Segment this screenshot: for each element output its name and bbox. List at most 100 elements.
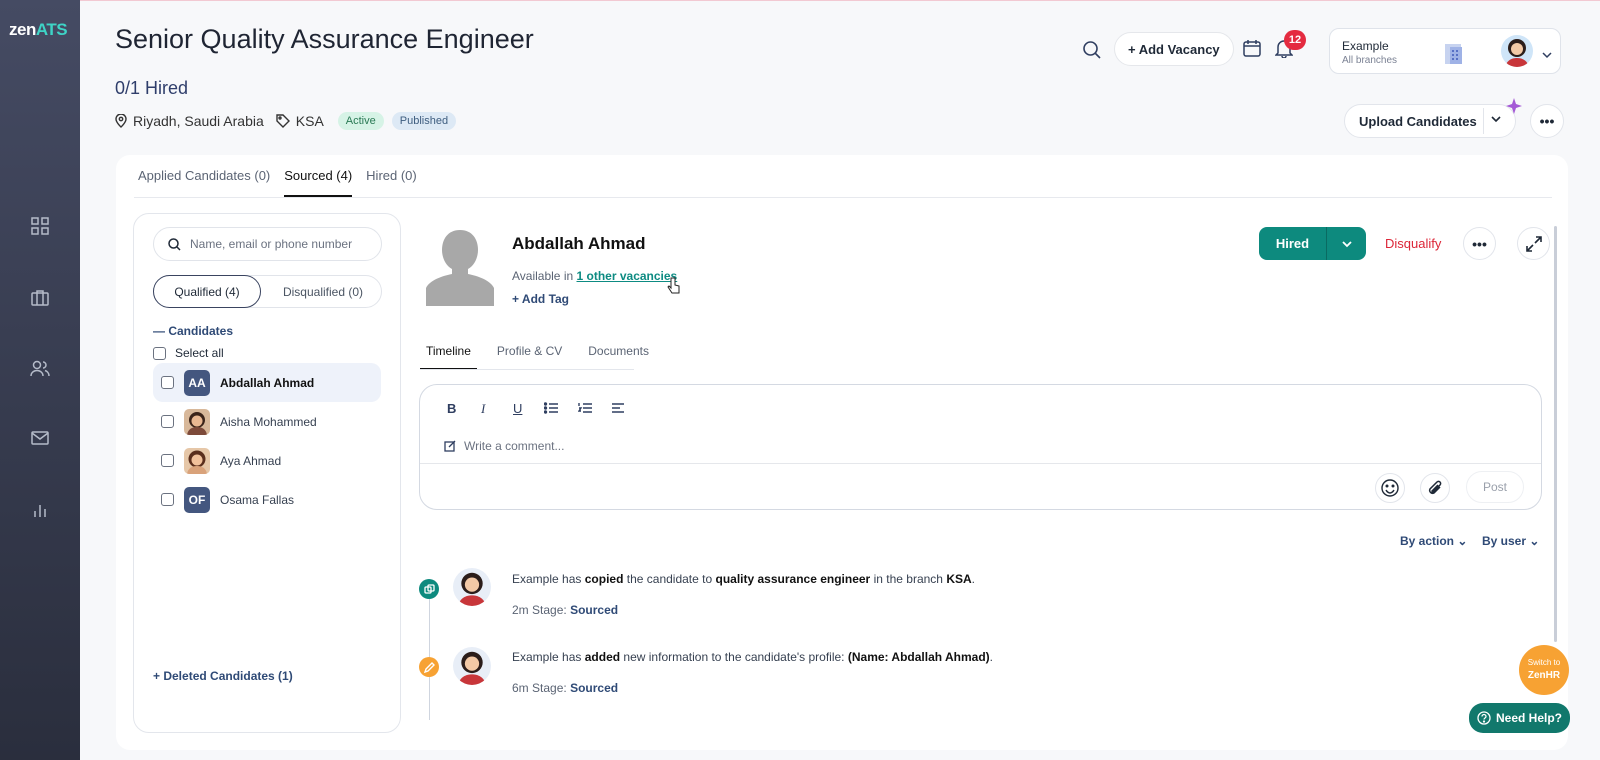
more-options-icon[interactable]: •••	[1530, 104, 1564, 138]
pencil-icon	[419, 657, 439, 677]
qualified-toggle[interactable]: Qualified (4)	[153, 275, 261, 308]
search-icon[interactable]	[1082, 40, 1104, 62]
mail-icon[interactable]	[28, 426, 52, 450]
briefcase-icon[interactable]	[28, 286, 52, 310]
candidate-search-input[interactable]: Name, email or phone number	[153, 227, 382, 261]
detail-tabs-divider	[420, 369, 634, 370]
select-all-label: Select all	[175, 346, 224, 360]
candidate-checkbox[interactable]	[161, 454, 174, 467]
status-badge: Active	[337, 112, 384, 130]
upload-divider	[1483, 108, 1484, 134]
candidate-name: Abdallah Ahmad	[220, 375, 315, 390]
candidate-avatar: OF	[184, 486, 210, 513]
bullet-list-icon[interactable]	[543, 402, 558, 417]
tag-icon	[276, 114, 290, 128]
reports-icon[interactable]	[28, 498, 52, 522]
job-location: Riyadh, Saudi Arabia	[133, 113, 264, 129]
candidate-row[interactable]: AA Abdallah Ahmad	[153, 363, 381, 402]
comment-input[interactable]: Write a comment...	[444, 439, 564, 453]
top-border	[80, 0, 1600, 1]
underline-button[interactable]: U	[513, 401, 522, 416]
need-help-button[interactable]: Need Help?	[1469, 703, 1570, 733]
by-user-filter[interactable]: By user ⌄	[1482, 534, 1539, 548]
candidate-row[interactable]: OF Osama Fallas	[153, 480, 381, 519]
upload-dropdown-icon[interactable]	[1490, 112, 1502, 130]
calendar-icon[interactable]	[1243, 39, 1261, 62]
tab-sourced[interactable]: Sourced (4)	[284, 162, 353, 197]
edit-icon	[444, 440, 456, 452]
search-icon	[168, 237, 181, 251]
select-all-checkbox[interactable]	[153, 346, 166, 360]
expand-icon[interactable]	[1517, 227, 1550, 260]
sidebar: zenATS	[0, 0, 80, 760]
hired-stage-button[interactable]: Hired	[1259, 227, 1366, 260]
disqualified-toggle[interactable]: Disqualified (0)	[264, 276, 382, 307]
activity-meta: 2m Stage: Sourced	[512, 603, 619, 617]
notification-badge: 12	[1284, 30, 1306, 50]
search-placeholder: Name, email or phone number	[190, 237, 353, 251]
numbered-list-icon[interactable]	[577, 402, 592, 417]
chevron-down-icon[interactable]	[1542, 46, 1552, 64]
qualification-toggle: Qualified (4) Disqualified (0)	[153, 275, 382, 308]
italic-button[interactable]: I	[481, 401, 485, 417]
bold-button[interactable]: B	[447, 401, 456, 416]
job-meta: Riyadh, Saudi Arabia KSA Active Publishe…	[115, 112, 457, 130]
account-switcher[interactable]: Example All branches	[1329, 28, 1561, 74]
candidate-name: Aisha Mohammed	[220, 414, 317, 429]
tab-applied[interactable]: Applied Candidates (0)	[138, 162, 270, 197]
location-icon	[115, 114, 127, 128]
candidate-avatar	[184, 447, 210, 474]
pointer-cursor-icon	[667, 277, 681, 300]
disqualify-button[interactable]: Disqualify	[1385, 236, 1441, 251]
align-left-icon[interactable]	[611, 402, 625, 417]
post-button[interactable]: Post	[1466, 471, 1524, 503]
candidate-avatar	[184, 408, 210, 435]
candidate-checkbox[interactable]	[161, 493, 174, 506]
editor-divider	[420, 463, 1541, 464]
help-icon	[1477, 711, 1491, 725]
emoji-icon[interactable]	[1375, 473, 1405, 503]
switch-to-zenhr-button[interactable]: Switch to ZenHR	[1519, 645, 1569, 695]
candidate-photo	[424, 226, 496, 311]
user-avatar	[1501, 35, 1533, 67]
hired-label[interactable]: Hired	[1259, 227, 1326, 260]
activity-text: Example has copied the candidate to qual…	[512, 572, 975, 586]
deleted-candidates-link[interactable]: + Deleted Candidates (1)	[153, 669, 293, 683]
candidate-checkbox[interactable]	[161, 376, 174, 389]
building-icon	[1442, 41, 1466, 70]
ai-sparkle-icon[interactable]	[1506, 98, 1522, 119]
add-vacancy-button[interactable]: + Add Vacancy	[1114, 32, 1234, 66]
candidate-more-icon[interactable]: •••	[1463, 227, 1496, 260]
candidate-row[interactable]: Aisha Mohammed	[153, 402, 381, 441]
stage-dropdown-icon[interactable]	[1327, 227, 1366, 260]
availability-text: Available in 1 other vacancies	[512, 269, 678, 283]
users-icon[interactable]	[28, 356, 52, 380]
account-branches: All branches	[1342, 55, 1398, 66]
published-badge: Published	[391, 112, 457, 130]
comment-placeholder: Write a comment...	[464, 439, 565, 453]
attachment-icon[interactable]	[1420, 473, 1450, 503]
candidate-name: Osama Fallas	[220, 492, 295, 507]
other-vacancies-link[interactable]: 1 other vacancies	[577, 269, 678, 283]
select-all[interactable]: Select all	[153, 346, 224, 360]
tab-documents[interactable]: Documents	[582, 334, 655, 370]
candidates-heading[interactable]: — Candidates	[153, 324, 233, 338]
activity-meta: 6m Stage: Sourced	[512, 681, 619, 695]
activity-text: Example has added new information to the…	[512, 650, 993, 664]
tab-profile-cv[interactable]: Profile & CV	[491, 334, 568, 370]
candidate-name: Aya Ahmad	[220, 453, 282, 468]
candidate-row[interactable]: Aya Ahmad	[153, 441, 381, 480]
logo[interactable]: zenATS	[9, 20, 68, 40]
account-name: Example	[1342, 39, 1389, 53]
by-action-filter[interactable]: By action ⌄	[1400, 534, 1467, 548]
dashboard-icon[interactable]	[28, 214, 52, 238]
candidate-avatar: AA	[184, 369, 210, 396]
scrollbar[interactable]	[1554, 226, 1557, 642]
tab-timeline[interactable]: Timeline	[420, 334, 477, 370]
candidate-detail-name: Abdallah Ahmad	[512, 234, 646, 253]
tab-hired[interactable]: Hired (0)	[366, 162, 417, 197]
candidate-tabs: Applied Candidates (0) Sourced (4) Hired…	[138, 162, 417, 197]
timeline-line	[429, 580, 430, 720]
add-tag-button[interactable]: + Add Tag	[512, 292, 569, 306]
candidate-checkbox[interactable]	[161, 415, 174, 428]
